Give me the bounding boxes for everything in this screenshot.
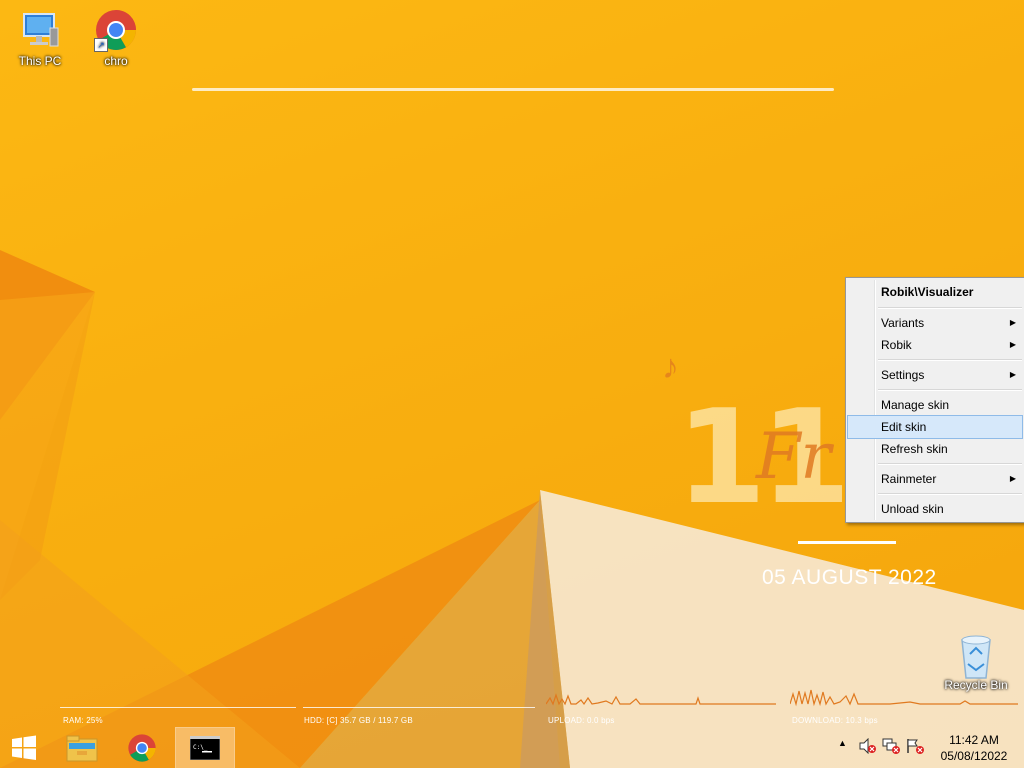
menu-item-label: Edit skin	[881, 420, 927, 434]
download-waveform	[790, 689, 1018, 707]
menu-item-label: Robik	[881, 338, 912, 352]
menu-item-label: Manage skin	[881, 398, 950, 412]
desktop-icon-label: chro	[104, 54, 128, 68]
ram-meter-bar	[60, 707, 296, 708]
hdd-meter-label: HDD: [C] 35.7 GB / 119.7 GB	[304, 716, 413, 725]
chrome-icon: ↗	[94, 8, 138, 52]
submenu-arrow-icon: ▶	[1009, 474, 1016, 483]
menu-item-label: Rainmeter	[881, 472, 937, 486]
taskbar-chrome[interactable]	[118, 728, 166, 768]
shortcut-arrow-icon: ↗	[94, 38, 108, 52]
menu-item-label: Settings	[881, 368, 925, 382]
menu-header: Robik\Visualizer	[881, 285, 974, 299]
menu-item-label: Variants	[881, 316, 925, 330]
menu-separator	[878, 493, 1022, 495]
chrome-icon	[128, 734, 156, 762]
command-prompt-icon: C:\_	[190, 736, 220, 760]
menu-item-unload-skin[interactable]: Unload skin	[848, 498, 1022, 520]
computer-icon	[18, 8, 62, 52]
desktop-icon-label: This PC	[18, 54, 62, 68]
skin-day: Fr	[756, 420, 831, 494]
desktop-icon-recycle-bin[interactable]: Recycle Bin	[941, 632, 1011, 692]
recycle-bin-icon	[954, 632, 998, 679]
upload-waveform	[546, 693, 776, 706]
menu-item-refresh-skin[interactable]: Refresh skin	[848, 438, 1022, 460]
desktop-icon-this-pc[interactable]: This PC	[10, 8, 70, 68]
menu-separator	[878, 307, 1022, 309]
clock-date: 05/08/12022	[940, 749, 1008, 763]
menu-item-variants[interactable]: Variants ▶	[848, 312, 1022, 334]
menu-item-rainmeter[interactable]: Rainmeter ▶	[848, 468, 1022, 490]
menu-item-robik[interactable]: Robik ▶	[848, 334, 1022, 356]
hdd-meter-bar	[303, 707, 535, 708]
taskbar: C:\_ ▲ 11:42 AM 05/08/12022	[0, 727, 1024, 768]
desktop-icon-chrome[interactable]: ↗ chro	[86, 8, 146, 68]
folder-icon	[66, 735, 98, 762]
speaker-muted-icon[interactable]	[858, 737, 876, 757]
download-meter-label: DOWNLOAD: 10.3 bps	[792, 716, 878, 725]
windows-logo-icon	[12, 735, 36, 760]
menu-item-label: Refresh skin	[881, 442, 948, 456]
menu-separator	[878, 359, 1022, 361]
taskbar-command-prompt[interactable]: C:\_	[175, 727, 235, 768]
menu-item-settings[interactable]: Settings ▶	[848, 364, 1022, 386]
upload-meter-label: UPLOAD: 0.0 bps	[548, 716, 615, 725]
menu-item-edit-skin[interactable]: Edit skin	[847, 415, 1023, 439]
skin-divider-line	[192, 88, 834, 91]
menu-separator	[878, 389, 1022, 391]
submenu-arrow-icon: ▶	[1009, 370, 1016, 379]
tray-overflow-button[interactable]: ▲	[838, 738, 847, 748]
submenu-arrow-icon: ▶	[1009, 318, 1016, 327]
taskbar-file-explorer[interactable]	[58, 728, 106, 768]
submenu-arrow-icon: ▶	[1009, 340, 1016, 349]
action-center-flag-icon[interactable]	[906, 738, 924, 757]
date-underline	[798, 541, 896, 544]
clock-time: 11:42 AM	[949, 733, 999, 747]
menu-separator	[878, 463, 1022, 465]
taskbar-clock[interactable]: 11:42 AM 05/08/12022	[934, 732, 1014, 764]
svg-text:C:\_: C:\_	[193, 744, 208, 751]
rainmeter-context-menu: Robik\Visualizer Variants ▶ Robik ▶ Settin…	[845, 277, 1024, 523]
skin-date: 05 AUGUST 2022	[762, 566, 937, 589]
network-disconnected-icon[interactable]	[882, 738, 900, 757]
menu-item-label: Unload skin	[881, 502, 944, 516]
start-button[interactable]	[0, 728, 48, 768]
ram-meter-label: RAM: 25%	[63, 716, 103, 725]
menu-item-manage-skin[interactable]: Manage skin	[848, 394, 1022, 416]
